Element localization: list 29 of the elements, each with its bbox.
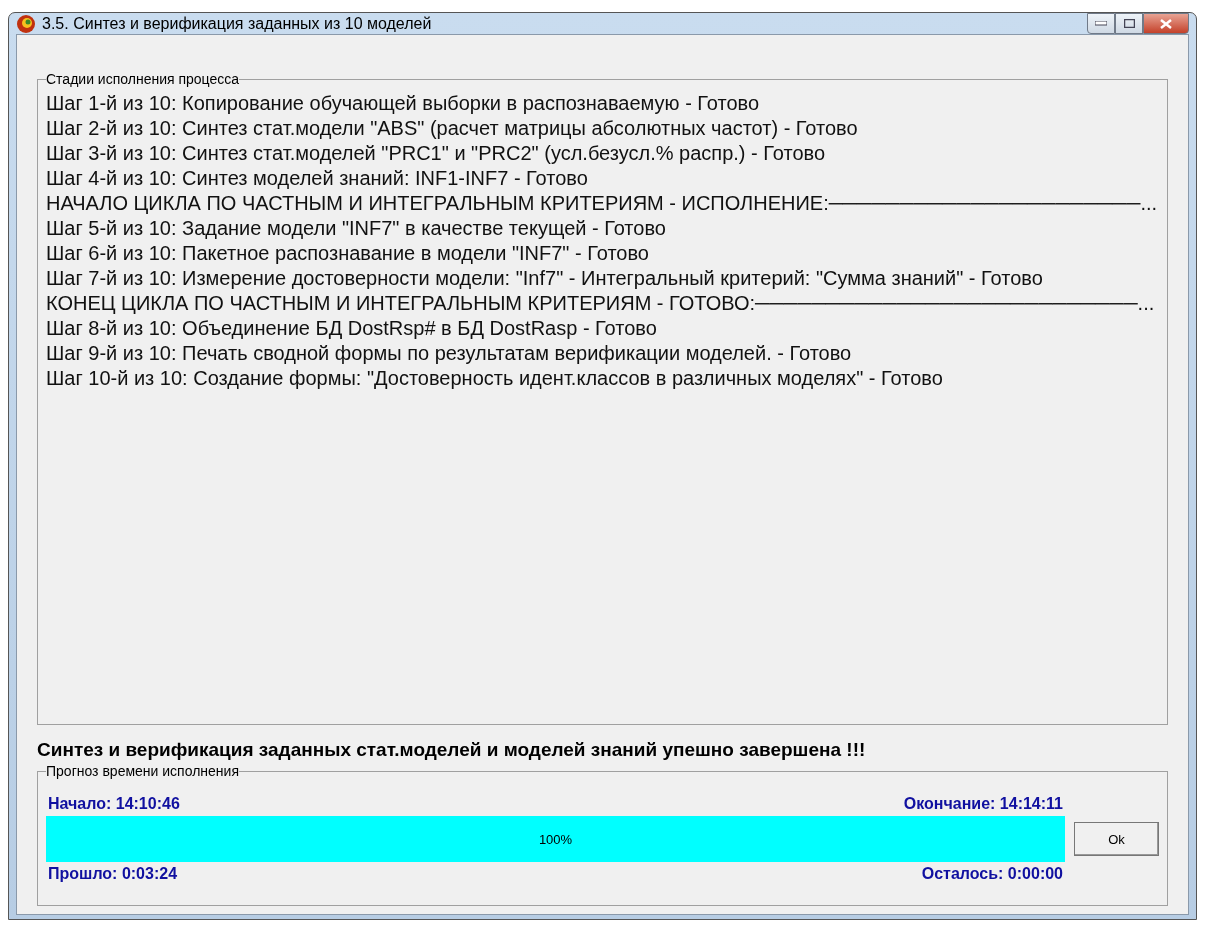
minimize-icon — [1095, 21, 1107, 26]
stage-line: Шаг 8-й из 10: Объединение БД DostRsp# в БД DostRasp - Готово — [46, 316, 658, 341]
window-title: 3.5. Синтез и верификация заданных из 10 моделей — [42, 14, 433, 33]
stage-line: Шаг 7-й из 10: Измерение достоверности модели: "Inf7" - Интегральный критерий: "Сумма знаний" - Готово — [46, 266, 1044, 291]
stage-line: Шаг 5-й из 10: Задание модели "INF7" в качестве текущей - Готово — [46, 216, 667, 241]
stage-line: Шаг 3-й из 10: Синтез стат.моделей "PRC1" и "PRC2" (усл.безусл.% распр.) - Готово — [46, 141, 827, 166]
elapsed-time: Прошло: 0:03:24 — [48, 865, 178, 883]
stage-line: Шаг 6-й из 10: Пакетное распознавание в модели "INF7" - Готово — [46, 241, 650, 266]
completion-message: Синтез и верификация заданных стат.моделей и моделей знаний упешно завершена !!! — [37, 739, 867, 761]
stage-line: Шаг 9-й из 10: Печать сводной формы по результатам верификации моделей. - Готово — [46, 341, 853, 366]
minimize-button[interactable] — [1087, 13, 1115, 34]
stage-line: КОНЕЦ ЦИКЛА ПО ЧАСТНЫМ И ИНТЕГРАЛЬНЫМ КРИТЕРИЯМ - ГОТОВО:───────────────────────────... — [46, 291, 1156, 316]
maximize-icon — [1123, 19, 1135, 28]
end-time: Окончание: 14:14:11 — [903, 795, 1063, 813]
group-legend: Прогноз времени исполнения — [46, 763, 239, 779]
group-legend: Стадии исполнения процесса — [46, 71, 240, 87]
stage-line: НАЧАЛО ЦИКЛА ПО ЧАСТНЫМ И ИНТЕГРАЛЬНЫМ КРИТЕРИЯМ - ИСПОЛНЕНИЕ:──────────────────────... — [46, 191, 1159, 216]
close-button[interactable] — [1143, 13, 1189, 34]
app-icon — [16, 13, 36, 34]
ok-button[interactable]: Ok — [1074, 822, 1159, 856]
stage-line: Шаг 10-й из 10: Создание формы: "Достоверность идент.классов в различных моделях" - Готово — [46, 366, 944, 391]
maximize-button[interactable] — [1115, 13, 1143, 34]
stage-line: Шаг 2-й из 10: Синтез стат.модели "ABS" (расчет матрицы абсолютных частот) - Готово — [46, 116, 859, 141]
start-time: Начало: 14:10:46 — [48, 795, 180, 813]
close-icon — [1160, 18, 1172, 29]
progress-percent: 100% — [538, 831, 573, 847]
stage-line: Шаг 4-й из 10: Синтез моделей знаний: INF1-INF7 - Готово — [46, 166, 589, 191]
remaining-time: Осталось: 0:00:00 — [921, 865, 1063, 883]
stage-line: Шаг 1-й из 10: Копирование обучающей выборки в распознаваемую - Готово — [46, 91, 761, 116]
